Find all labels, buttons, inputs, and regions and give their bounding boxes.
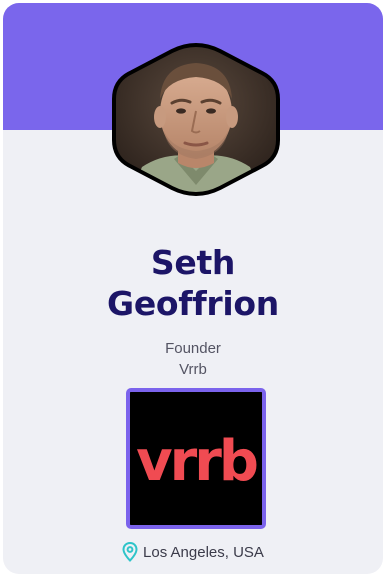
map-pin-icon xyxy=(122,542,138,562)
avatar-photo xyxy=(112,42,280,197)
company-logo: vrrb xyxy=(126,388,266,529)
logo-text: vrrb xyxy=(136,429,257,494)
company-logo-wordmark: vrrb xyxy=(130,392,262,525)
location-text: Los Angeles, USA xyxy=(143,543,264,561)
last-name: Geoffrion xyxy=(107,284,279,323)
company-name: Vrrb xyxy=(179,361,207,378)
profile-name: Seth Geoffrion xyxy=(3,242,383,324)
first-name: Seth xyxy=(150,243,236,282)
location-row: Los Angeles, USA xyxy=(3,542,383,562)
profile-role: Founder Vrrb xyxy=(3,338,383,380)
profile-card: Seth Geoffrion Founder Vrrb vrrb Los Ang… xyxy=(3,3,383,574)
job-title: Founder xyxy=(165,340,221,357)
avatar xyxy=(108,39,284,200)
